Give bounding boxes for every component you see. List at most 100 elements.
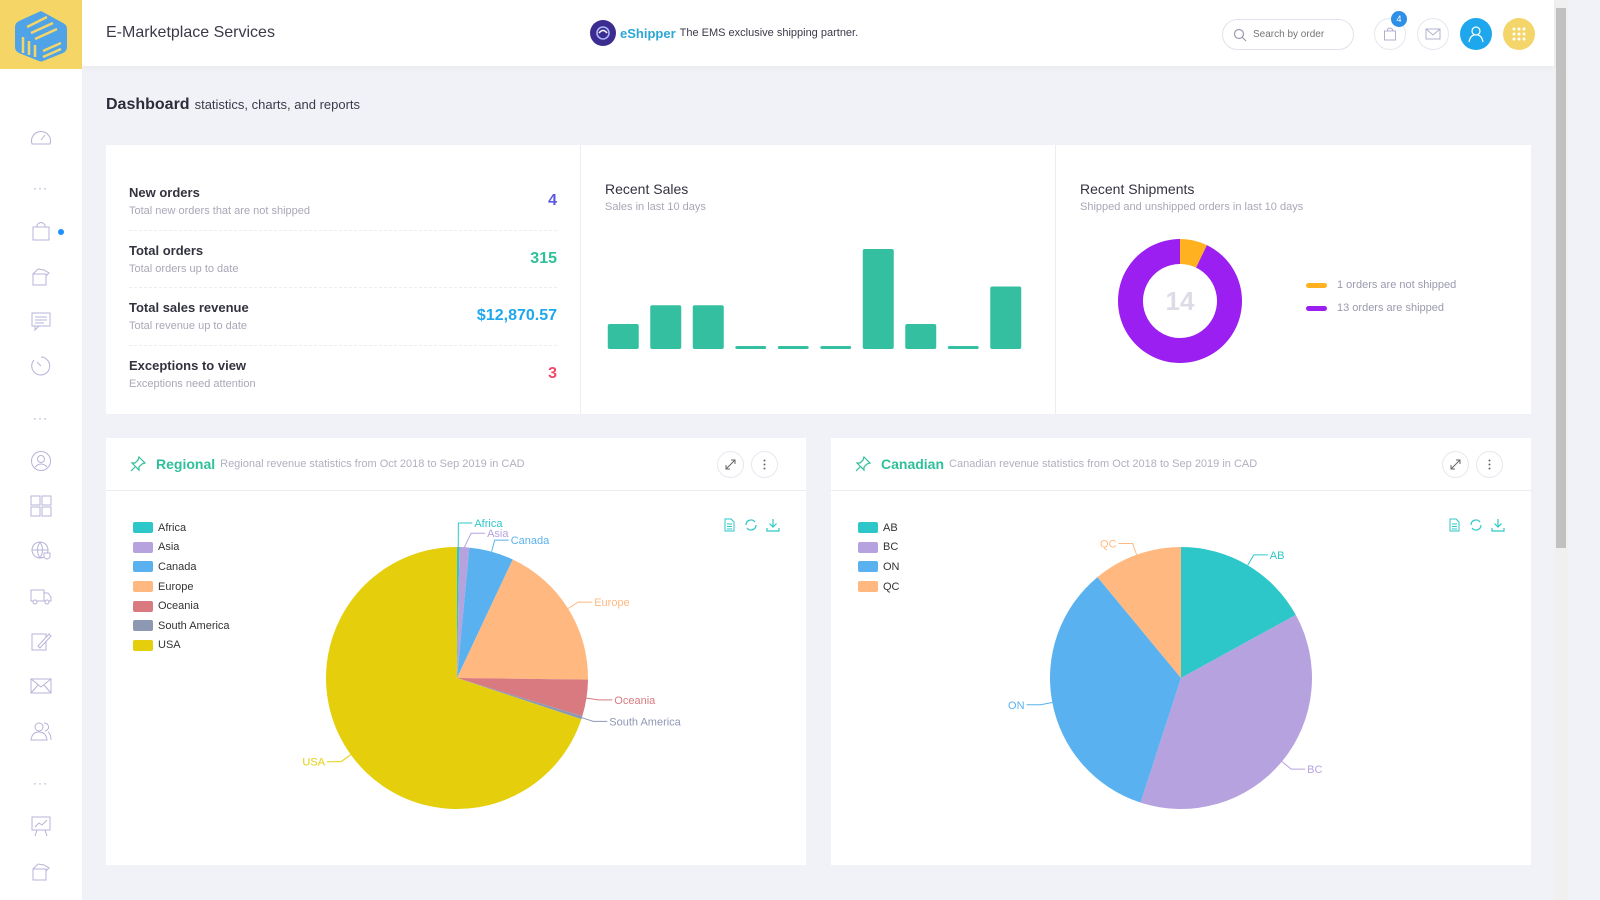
right-margin (1568, 0, 1600, 900)
regional-panel: Regional Regional revenue statistics fro… (106, 438, 806, 865)
more-options-button[interactable] (751, 451, 778, 478)
stat-title: Total sales revenue (129, 300, 249, 316)
recent-shipments-title: Recent Shipments (1080, 181, 1195, 197)
app-title: E-Marketplace Services (106, 24, 275, 41)
pie-label: Canada (511, 535, 550, 547)
open-box-icon (32, 863, 50, 881)
expand-button[interactable] (717, 451, 744, 478)
sidebar: ··· ··· ··· (0, 69, 82, 900)
sidebar-item-messages[interactable] (28, 308, 54, 334)
sales-bar[interactable] (947, 346, 979, 349)
app-logo[interactable] (0, 0, 82, 69)
truck-icon (30, 589, 52, 605)
sales-bar[interactable] (650, 305, 682, 349)
timer-icon (31, 356, 51, 376)
shopping-bag-icon (32, 222, 50, 241)
sidebar-item-orders[interactable] (28, 218, 54, 244)
sidebar-separator-dots: ··· (33, 776, 48, 790)
pie-label-line (1281, 761, 1306, 770)
recent-shipments-donut-chart: 14 (1118, 239, 1242, 363)
stat-desc: Total new orders that are not shipped (129, 205, 311, 218)
cart-badge: 4 (1391, 11, 1407, 27)
stat-value: 3 (548, 365, 557, 383)
sidebar-item-apps[interactable] (28, 493, 54, 519)
pie-label: ON (1008, 700, 1025, 712)
pie-label-line (586, 697, 613, 701)
canadian-pie-chart: AB BC ON QC (1008, 538, 1323, 809)
sales-bar[interactable] (820, 346, 852, 349)
page-title: Dashboard (106, 96, 190, 113)
pie-label: South America (609, 716, 681, 728)
open-box-icon (32, 268, 50, 286)
mail-icon (1425, 28, 1441, 40)
pin-icon[interactable] (130, 456, 146, 472)
scrollbar-thumb[interactable] (1556, 8, 1566, 548)
pin-icon[interactable] (855, 456, 871, 472)
apps-menu-button[interactable] (1503, 18, 1535, 50)
dashboard-gauge-icon (31, 131, 51, 145)
sales-bar[interactable] (692, 305, 724, 349)
vertical-scrollbar[interactable] (1554, 0, 1568, 900)
sidebar-item-products[interactable] (28, 263, 54, 289)
stat-value: $12,870.57 (476, 307, 557, 325)
pie-label-line (1026, 702, 1053, 706)
user-profile-button[interactable] (1460, 18, 1492, 50)
expand-button[interactable] (1442, 451, 1469, 478)
sidebar-item-global[interactable] (28, 538, 54, 564)
orders-notification-dot (58, 229, 64, 235)
recent-sales-subtitle: Sales in last 10 days (605, 201, 706, 213)
sales-bar[interactable] (990, 286, 1022, 350)
more-options-button[interactable] (1476, 451, 1503, 478)
sales-bar[interactable] (777, 346, 809, 349)
recent-sales-title: Recent Sales (605, 181, 689, 197)
sidebar-item-dashboard[interactable] (28, 124, 54, 150)
sidebar-separator-dots: ··· (33, 181, 48, 195)
stat-value: 315 (530, 249, 557, 267)
pie-label-line (1247, 554, 1268, 566)
sidebar-item-history[interactable] (28, 353, 54, 379)
canadian-panel-header: Canadian Canadian revenue statistics fro… (831, 438, 1531, 491)
partner-banner[interactable]: eShipper The EMS exclusive shipping part… (590, 20, 858, 46)
search-input[interactable] (1253, 29, 1333, 40)
recent-sales-section: Recent Sales Sales in last 10 days (581, 145, 1056, 414)
stat-desc: Total orders up to date (129, 262, 239, 275)
sidebar-item-users[interactable] (28, 718, 54, 744)
pie-label-line (463, 532, 486, 548)
stat-total-orders[interactable]: Total orders Total orders up to date 315 (129, 231, 557, 288)
users-icon (30, 722, 52, 741)
stat-new-orders[interactable]: New orders Total new orders that are not … (129, 173, 557, 231)
vertical-dots-icon (763, 459, 766, 470)
presentation-chart-icon (31, 816, 51, 837)
canadian-title: Canadian (881, 456, 945, 472)
donut-center-total: 14 (1166, 286, 1195, 316)
sidebar-separator-dots: ··· (33, 411, 48, 425)
expand-arrows-icon (1450, 459, 1461, 470)
mail-button[interactable] (1417, 18, 1449, 50)
grid-icon (30, 495, 52, 517)
recent-shipments-subtitle: Shipped and unshipped orders in last 10 … (1080, 201, 1304, 213)
summary-card: New orders Total new orders that are not … (106, 145, 1531, 414)
sidebar-item-reports[interactable] (28, 813, 54, 839)
sidebar-item-inventory[interactable] (28, 858, 54, 884)
stat-total-revenue[interactable]: Total sales revenue Total revenue up to d… (129, 288, 557, 346)
sales-bar[interactable] (862, 249, 894, 349)
sales-bar[interactable] (607, 324, 639, 349)
cart-button[interactable]: 4 (1374, 11, 1407, 50)
sidebar-item-account[interactable] (28, 448, 54, 474)
sales-bar[interactable] (735, 346, 767, 349)
regional-pie-chart: AfricaAsiaCanadaEuropeOceaniaSouth Ameri… (302, 518, 682, 809)
edit-document-icon (31, 633, 52, 651)
pie-label: Europe (594, 597, 629, 609)
sidebar-item-edit[interactable] (28, 628, 54, 654)
sidebar-item-shipping[interactable] (28, 583, 54, 609)
regional-title: Regional (156, 456, 216, 472)
stat-value: 4 (548, 192, 557, 210)
search-box[interactable] (1222, 19, 1354, 50)
pie-label-line (567, 601, 593, 609)
sales-bar[interactable] (905, 324, 937, 349)
sidebar-item-mail[interactable] (28, 673, 54, 699)
regional-panel-header: Regional Regional revenue statistics fro… (106, 438, 806, 491)
stat-exceptions[interactable]: Exceptions to view Exceptions need attent… (129, 346, 557, 404)
user-circle-icon (31, 451, 51, 471)
globe-shield-icon (31, 541, 51, 560)
